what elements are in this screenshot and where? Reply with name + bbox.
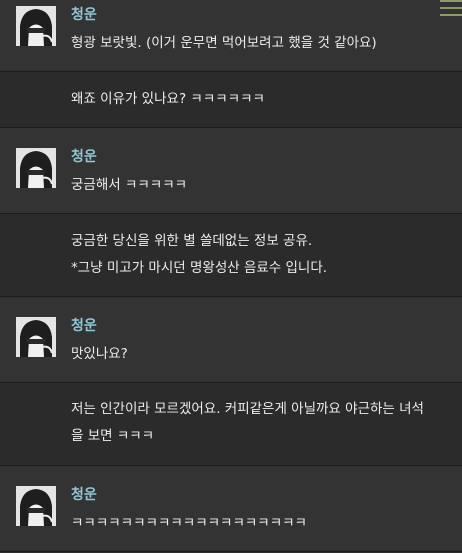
chat-message-character: 청운 맛있나요? [0,297,462,383]
chat-message-character: 청운 형광 보랏빛. (이거 운무면 먹어보려고 했을 것 같아요) [0,0,462,72]
message-text: 궁금해서 ㅋㅋㅋㅋㅋ [71,177,188,193]
avatar [16,148,56,188]
message-text: 형광 보랏빛. (이거 운무면 먹어보려고 했을 것 같아요) [71,35,377,51]
avatar-portrait-icon [16,317,56,357]
chat-message-reply: 궁금한 당신을 위한 별 쓸데없는 정보 공유. *그냥 미고가 마시던 명왕성… [0,214,462,297]
speaker-name: 청운 [71,149,97,165]
message-text-line: 저는 인간이라 모르겠어요. 커피같은게 아닐까요 야근하는 녀석 [71,401,424,417]
message-text-line: 궁금한 당신을 위한 별 쓸데없는 정보 공유. [71,233,313,249]
message-text: 왜죠 이유가 있나요? ㅋㅋㅋㅋㅋㅋ [71,91,265,107]
message-text: ㅋㅋㅋㅋㅋㅋㅋㅋㅋㅋㅋㅋㅋㅋㅋㅋㅋㅋㅋ [71,515,307,531]
hamburger-menu-icon[interactable] [440,0,462,18]
chat-message-character: 청운 ㅋㅋㅋㅋㅋㅋㅋㅋㅋㅋㅋㅋㅋㅋㅋㅋㅋㅋㅋ [0,466,462,552]
avatar [16,6,56,46]
speaker-name: 청운 [71,7,97,23]
avatar [16,317,56,357]
chat-log: 청운 형광 보랏빛. (이거 운무면 먹어보려고 했을 것 같아요) 왜죠 이유… [0,0,462,553]
chat-message-reply: 저는 인간이라 모르겠어요. 커피같은게 아닐까요 야근하는 녀석 을 보면 ㅋ… [0,383,462,466]
chat-message-character: 청운 궁금해서 ㅋㅋㅋㅋㅋ [0,128,462,214]
avatar-portrait-icon [16,148,56,188]
avatar-portrait-icon [16,486,56,526]
message-text-line: 을 보면 ㅋㅋㅋ [71,428,155,444]
chat-message-reply: 왜죠 이유가 있나요? ㅋㅋㅋㅋㅋㅋ [0,72,462,128]
message-text-line: *그냥 미고가 마시던 명왕성산 음료수 입니다. [71,260,328,276]
avatar [16,486,56,526]
avatar-portrait-icon [16,6,56,46]
speaker-name: 청운 [71,318,97,334]
message-text: 맛있나요? [71,346,128,362]
speaker-name: 청운 [71,487,97,503]
